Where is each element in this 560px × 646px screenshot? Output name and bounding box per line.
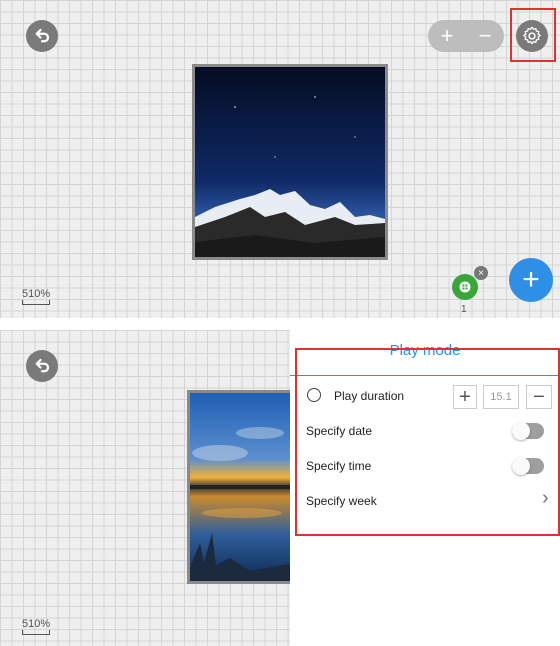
add-media-button[interactable]: + <box>509 258 553 302</box>
settings-highlight-box <box>510 8 556 62</box>
zoom-scale-bar <box>22 300 50 305</box>
canvas-editor-bottom: 510% Play mode Play duration + 15.1 − Sp… <box>0 330 560 646</box>
zoom-scale-label: 510% <box>22 288 51 300</box>
plugin-icon <box>459 281 471 293</box>
zoom-scale-label: 510% <box>22 618 51 630</box>
undo-button[interactable] <box>26 350 58 382</box>
plugin-count: 1 <box>461 304 467 315</box>
selected-media-frame[interactable] <box>192 64 388 260</box>
zoom-out-button[interactable]: − <box>470 21 500 51</box>
selected-media-frame[interactable] <box>187 390 297 584</box>
zoom-controls: + − <box>428 20 504 52</box>
plugin-remove-button[interactable]: × <box>474 266 488 280</box>
undo-icon <box>35 358 50 373</box>
sunset-lake-image <box>190 393 294 581</box>
plugin-button[interactable] <box>452 274 478 300</box>
zoom-in-button[interactable]: + <box>432 21 462 51</box>
undo-button[interactable] <box>26 20 58 52</box>
night-mountain-image <box>195 67 385 257</box>
zoom-scale-bar <box>22 630 50 635</box>
settings-highlight-box <box>295 348 560 536</box>
undo-icon <box>35 28 50 43</box>
canvas-editor-top: + − 510% × 1 + <box>0 0 560 318</box>
